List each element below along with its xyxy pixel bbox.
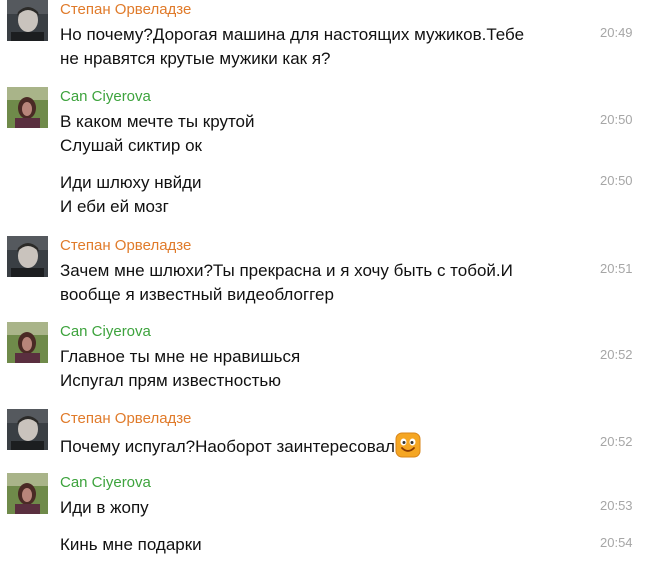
message-line-text: Почему испугал?Наоборот заинтересовал bbox=[60, 437, 395, 456]
message-author[interactable]: Can Ciyerova bbox=[60, 323, 151, 341]
message-time: 20:54 bbox=[600, 535, 633, 550]
message-time: 20:52 bbox=[600, 434, 633, 449]
message-line: не нравятся крутые мужики как я? bbox=[60, 49, 331, 68]
message-text: Кинь мне подарки bbox=[60, 533, 580, 557]
message-author[interactable]: Can Ciyerova bbox=[60, 88, 151, 106]
message-line: Кинь мне подарки bbox=[60, 535, 202, 554]
message-text: Иди шлюху нвйди И еби ей мозг bbox=[60, 171, 580, 219]
avatar-can[interactable] bbox=[7, 473, 48, 514]
message-line: И еби ей мозг bbox=[60, 197, 169, 216]
avatar-can[interactable] bbox=[7, 322, 48, 363]
message-text: Иди в жопу bbox=[60, 496, 580, 520]
message-line: Иди шлюху нвйди bbox=[60, 173, 202, 192]
message-line: В каком мечте ты крутой bbox=[60, 112, 255, 131]
message-text: В каком мечте ты крутой Слушай сиктир ок bbox=[60, 110, 580, 158]
message-author[interactable]: Степан Орвеладзе bbox=[60, 1, 191, 19]
avatar-stepan-image bbox=[7, 409, 48, 450]
message-line: Иди в жопу bbox=[60, 498, 149, 517]
avatar-can[interactable] bbox=[7, 87, 48, 128]
message-text: Но почему?Дорогая машина для настоящих м… bbox=[60, 23, 580, 71]
message-author[interactable]: Can Ciyerova bbox=[60, 474, 151, 492]
message-text: Зачем мне шлюхи?Ты прекрасна и я хочу бы… bbox=[60, 259, 580, 307]
avatar-stepan[interactable] bbox=[7, 236, 48, 277]
message-line: Зачем мне шлюхи?Ты прекрасна и я хочу бы… bbox=[60, 261, 513, 280]
message-time: 20:50 bbox=[600, 173, 633, 188]
avatar-can-image bbox=[7, 87, 48, 128]
message-line: Почему испугал?Наоборот заинтересовал bbox=[60, 432, 580, 459]
avatar-stepan[interactable] bbox=[7, 0, 48, 41]
message-line: вообще я известный видеоблоггер bbox=[60, 285, 334, 304]
message-time: 20:50 bbox=[600, 112, 633, 127]
message-line: Главное ты мне не нравишься bbox=[60, 347, 301, 366]
message-line: Испугал прям известностью bbox=[60, 371, 282, 390]
avatar-stepan-image bbox=[7, 236, 48, 277]
message-time: 20:51 bbox=[600, 261, 633, 276]
message-time: 20:52 bbox=[600, 347, 633, 362]
message-time: 20:49 bbox=[600, 25, 633, 40]
message-line: Но почему?Дорогая машина для настоящих м… bbox=[60, 25, 525, 44]
chat-history: Степан Орвеладзе Но почему?Дорогая машин… bbox=[0, 0, 662, 564]
avatar-stepan[interactable] bbox=[7, 409, 48, 450]
message-text: Главное ты мне не нравишься Испугал прям… bbox=[60, 345, 580, 393]
message-line: Слушай сиктир ок bbox=[60, 136, 202, 155]
message-author[interactable]: Степан Орвеладзе bbox=[60, 410, 191, 428]
avatar-can-image bbox=[7, 322, 48, 363]
smile-emoji-icon bbox=[395, 432, 421, 458]
avatar-can-image bbox=[7, 473, 48, 514]
message-author[interactable]: Степан Орвеладзе bbox=[60, 237, 191, 255]
message-text: Почему испугал?Наоборот заинтересовал bbox=[60, 432, 580, 459]
avatar-stepan-image bbox=[7, 0, 48, 41]
message-time: 20:53 bbox=[600, 498, 633, 513]
